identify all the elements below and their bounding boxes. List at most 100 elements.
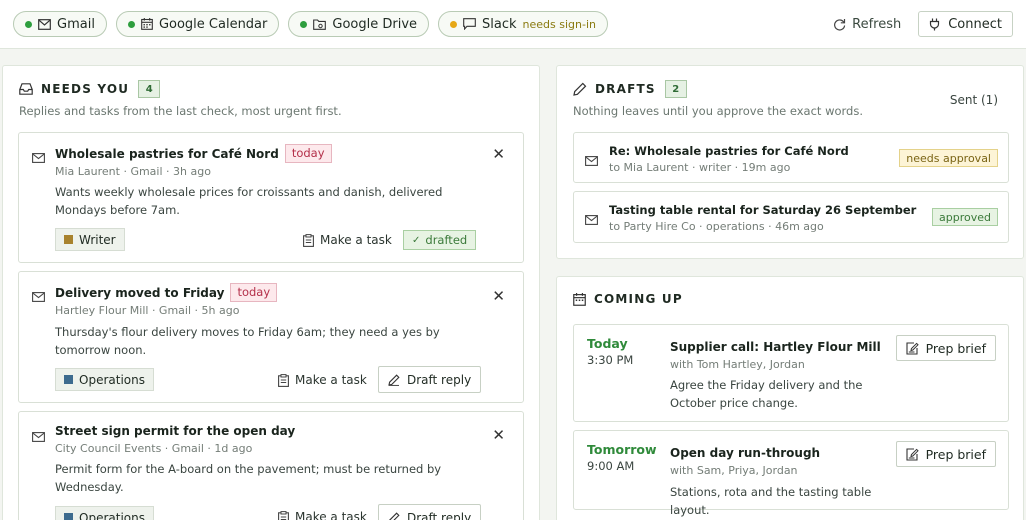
integration-name: Google Calendar [158,16,268,32]
envelope-icon [38,18,51,30]
integration-chip-google-drive[interactable]: Google Drive [288,11,430,37]
status-dot [300,20,308,28]
integration-name: Gmail [57,16,95,32]
drafts-count-badge: 2 [664,80,687,98]
item-title: Delivery moved to Friday [55,285,225,300]
event-title: Open day run-through [670,446,821,460]
draft-reply-button[interactable]: Draft reply [378,366,482,393]
drafted-label: drafted [425,233,468,247]
make-task-button[interactable]: Make a task [303,233,392,247]
urgency-badge: today [284,144,332,163]
clipboard-icon [278,510,289,520]
event-title: Supplier call: Hartley Flour Mill [670,340,881,354]
make-task-button[interactable]: Make a task [278,510,367,520]
close-icon: ✕ [492,145,505,163]
event-time: 3:30 PM [587,353,634,367]
event-day: Tomorrow [587,442,657,457]
coming-up-title: COMING UP [594,292,683,306]
close-icon: ✕ [492,287,505,305]
drafts-subtitle: Nothing leaves until you approve the exa… [573,104,863,118]
prep-brief-button[interactable]: Prep brief [895,441,996,467]
needs-you-item[interactable]: Wholesale pastries for Café Nord today M… [18,132,524,263]
draft-meta: to Mia Laurent · writer · 19m ago [609,161,791,174]
draft-status-badge: needs approval [899,149,998,167]
role-swatch [64,513,73,520]
role-swatch [64,235,73,244]
plug-icon [930,18,940,30]
integration-chip-slack[interactable]: Slack needs sign-in [438,11,608,37]
draft-item[interactable]: Tasting table rental for Saturday 26 Sep… [573,191,1009,243]
connect-button[interactable]: Connect [918,11,1013,37]
draft-status-badge: approved [932,208,998,226]
needs-you-count-badge: 4 [138,80,161,98]
folder-icon [313,18,327,30]
event-time: 9:00 AM [587,459,635,473]
status-dot [450,20,458,28]
needs-you-title: NEEDS YOU [41,82,130,96]
calendar-icon [573,292,586,306]
needs-you-panel: NEEDS YOU 4 Replies and tasks from the l… [2,65,540,520]
integration-warning: needs sign-in [522,17,596,31]
needs-you-item[interactable]: Delivery moved to Friday today Hartley F… [18,271,524,403]
role-tag[interactable]: Operations [55,368,154,391]
draft-reply-button[interactable]: Draft reply [378,504,482,520]
role-tag-label: Operations [79,510,145,520]
event-item[interactable]: Tomorrow 9:00 AM Open day run-through wi… [573,430,1009,517]
refresh-icon [834,18,846,31]
item-description: Permit form for the A-board on the pavem… [55,462,442,494]
integration-chip-google-calendar[interactable]: Google Calendar [115,11,280,37]
envelope-icon [585,151,598,170]
item-title: Street sign permit for the open day [55,424,296,438]
event-day: Today [587,336,628,351]
item-title: Wholesale pastries for Café Nord [55,146,279,161]
status-dot [127,20,135,28]
event-description: Stations, rota and the tasting table lay… [670,485,872,517]
note-edit-icon [906,341,919,355]
clipboard-icon [303,233,314,247]
draft-reply-label: Draft reply [407,372,472,387]
item-title-row: Wholesale pastries for Café Nord today [55,144,332,163]
drafts-title: DRAFTS [595,82,656,96]
event-item[interactable]: Today 3:30 PM Supplier call: Hartley Flo… [573,324,1009,422]
role-swatch [64,375,73,384]
dismiss-button[interactable]: ✕ [492,426,505,444]
role-tag-label: Operations [79,372,145,387]
make-task-label: Make a task [295,373,367,387]
item-meta: Mia Laurent · Gmail · 3h ago [55,165,211,178]
dismiss-button[interactable]: ✕ [492,287,505,305]
event-attendees: with Sam, Priya, Jordan [670,464,798,477]
role-tag[interactable]: Operations [55,506,154,520]
prep-brief-button[interactable]: Prep brief [895,335,996,361]
pencil-icon [573,82,587,96]
make-task-button[interactable]: Make a task [278,373,367,387]
make-task-label: Make a task [320,233,392,247]
needs-you-header: NEEDS YOU 4 [19,80,342,98]
item-title-row: Delivery moved to Friday today [55,283,278,302]
status-dot [25,20,32,28]
needs-you-item[interactable]: Street sign permit for the open day City… [18,411,524,520]
draft-title: Re: Wholesale pastries for Café Nord [609,144,849,158]
draft-title: Tasting table rental for Saturday 26 Sep… [609,203,917,217]
pencil-icon [388,511,400,520]
close-icon: ✕ [492,426,505,444]
refresh-button[interactable]: Refresh [833,17,901,32]
integration-name: Slack [482,16,517,32]
item-description: Thursday's flour delivery moves to Frida… [55,325,440,357]
draft-item[interactable]: Re: Wholesale pastries for Café Nord to … [573,132,1009,183]
inbox-icon [19,83,33,95]
make-task-label: Make a task [295,510,367,520]
drafts-panel: DRAFTS 2 Nothing leaves until you approv… [556,65,1024,259]
envelope-icon [32,148,45,167]
coming-up-header: COMING UP [573,292,683,306]
chat-icon [463,18,476,30]
envelope-icon [32,427,45,446]
envelope-icon [32,287,45,306]
integration-name: Google Drive [332,16,418,32]
sent-link[interactable]: Sent (1) [950,93,998,107]
prep-brief-label: Prep brief [925,340,986,356]
dismiss-button[interactable]: ✕ [492,145,505,163]
role-tag[interactable]: Writer [55,228,125,251]
item-title-row: Street sign permit for the open day [55,424,295,438]
integration-chip-gmail[interactable]: Gmail [13,11,107,37]
draft-reply-label: Draft reply [407,510,472,520]
